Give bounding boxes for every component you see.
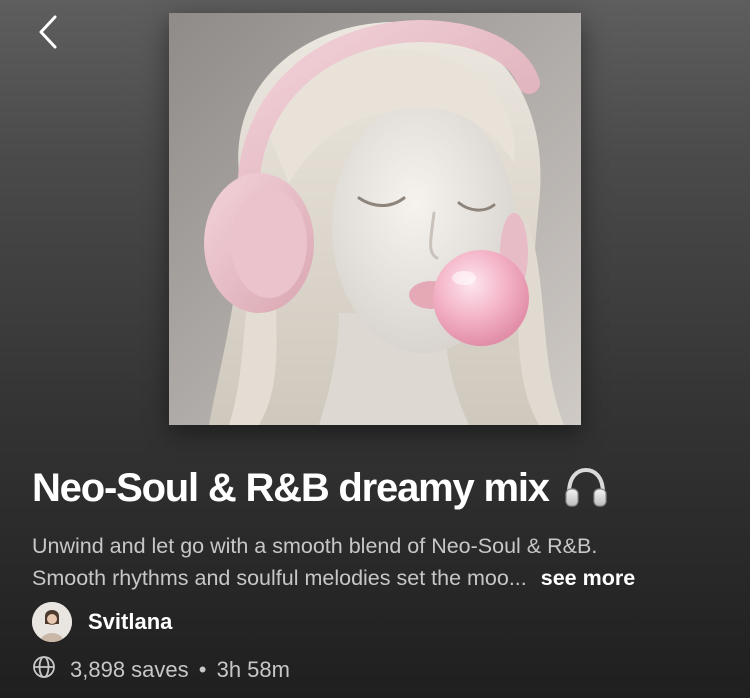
globe-icon <box>32 655 56 685</box>
headphones-icon <box>563 465 609 511</box>
playlist-duration: 3h 58m <box>216 657 290 682</box>
see-more-link[interactable]: see more <box>541 562 635 594</box>
avatar[interactable] <box>32 602 72 642</box>
owner-row[interactable]: Svitlana <box>32 602 172 642</box>
chevron-left-icon <box>39 15 57 49</box>
back-button[interactable] <box>30 12 66 52</box>
playlist-description: Unwind and let go with a smooth blend of… <box>32 530 722 594</box>
playlist-cover-image <box>169 13 581 425</box>
playlist-title-row: Neo-Soul & R&B dreamy mix <box>32 462 730 514</box>
playlist-meta: 3,898 saves • 3h 58m <box>32 655 290 685</box>
description-line-2: Smooth rhythms and soulful melodies set … <box>32 562 722 594</box>
description-line-1: Unwind and let go with a smooth blend of… <box>32 534 598 558</box>
playlist-title: Neo-Soul & R&B dreamy mix <box>32 466 550 510</box>
owner-name[interactable]: Svitlana <box>88 609 172 635</box>
meta-separator: • <box>198 657 207 682</box>
playlist-cover <box>169 13 581 425</box>
description-text: Smooth rhythms and soulful melodies set … <box>32 566 527 590</box>
saves-count: 3,898 saves <box>70 657 189 682</box>
